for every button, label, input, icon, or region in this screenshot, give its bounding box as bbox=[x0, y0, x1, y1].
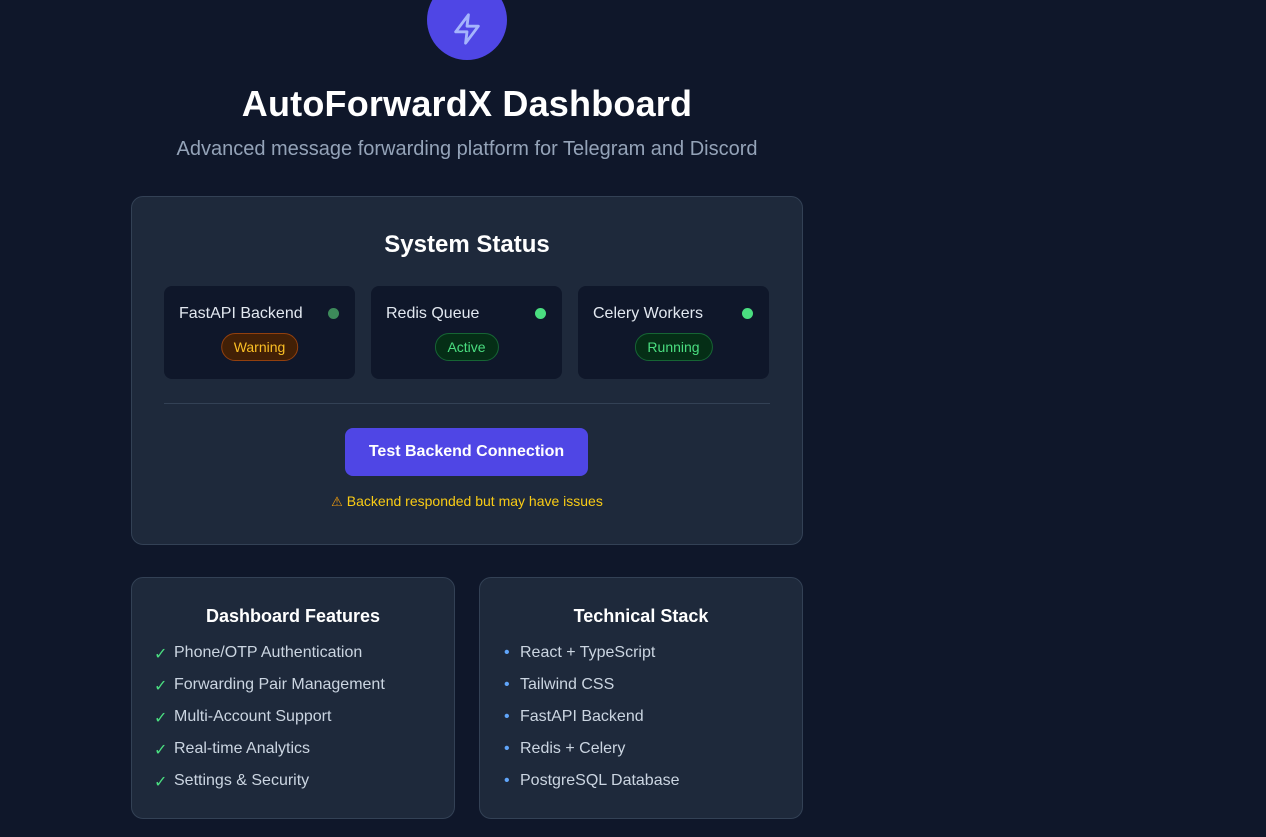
stack-label: FastAPI Backend bbox=[520, 708, 644, 725]
list-item: ✓ Forwarding Pair Management bbox=[154, 676, 385, 708]
bullet-icon: • bbox=[504, 772, 510, 789]
check-icon: ✓ bbox=[154, 678, 168, 695]
feature-label: Forwarding Pair Management bbox=[174, 676, 385, 693]
status-badge: Active bbox=[434, 333, 499, 361]
list-item: • Redis + Celery bbox=[502, 740, 680, 772]
check-icon: ✓ bbox=[154, 774, 168, 791]
test-backend-connection-button[interactable]: Test Backend Connection bbox=[345, 428, 588, 476]
status-dot-icon bbox=[535, 308, 546, 319]
list-item: ✓ Settings & Security bbox=[154, 772, 385, 804]
system-status-card: System Status FastAPI Backend Warning Re… bbox=[131, 196, 803, 545]
service-name: Redis Queue bbox=[386, 305, 480, 322]
service-card-fastapi: FastAPI Backend Warning bbox=[164, 286, 355, 379]
bullet-icon: • bbox=[504, 676, 510, 693]
service-name: FastAPI Backend bbox=[179, 305, 303, 322]
check-icon: ✓ bbox=[154, 646, 168, 663]
feature-label: Real-time Analytics bbox=[174, 740, 311, 757]
list-item: • Tailwind CSS bbox=[502, 676, 680, 708]
list-item: ✓ Real-time Analytics bbox=[154, 740, 385, 772]
tech-stack-panel: Technical Stack • React + TypeScript • Tai… bbox=[479, 577, 803, 819]
features-panel: Dashboard Features ✓ Phone/OTP Authentica… bbox=[131, 577, 455, 819]
feature-label: Settings & Security bbox=[174, 772, 310, 789]
page-title: AutoForwardX Dashboard bbox=[241, 83, 693, 124]
list-item: ✓ Phone/OTP Authentication bbox=[154, 644, 385, 676]
list-item: • FastAPI Backend bbox=[502, 708, 680, 740]
bullet-icon: • bbox=[504, 644, 510, 661]
warning-icon: ⚠ bbox=[331, 494, 343, 509]
service-card-celery: Celery Workers Running bbox=[578, 286, 769, 379]
bullet-icon: • bbox=[504, 740, 510, 757]
tech-stack-list: • React + TypeScript • Tailwind CSS • FastA… bbox=[502, 644, 680, 804]
check-icon: ✓ bbox=[154, 710, 168, 727]
list-item: • PostgreSQL Database bbox=[502, 772, 680, 804]
divider bbox=[164, 403, 770, 404]
features-title: Dashboard Features bbox=[205, 606, 381, 626]
stack-label: Tailwind CSS bbox=[520, 676, 615, 693]
page-subtitle: Advanced message forwarding platform for… bbox=[176, 138, 758, 160]
warning-text: Backend responded but may have issues bbox=[346, 493, 603, 509]
status-badge: Warning bbox=[220, 333, 299, 361]
tech-stack-title: Technical Stack bbox=[573, 606, 709, 626]
status-dot-icon bbox=[328, 308, 339, 319]
status-dot-icon bbox=[742, 308, 753, 319]
feature-label: Phone/OTP Authentication bbox=[174, 644, 363, 661]
check-icon: ✓ bbox=[154, 742, 168, 759]
bullet-icon: • bbox=[504, 708, 510, 725]
lightning-bolt-icon bbox=[454, 13, 480, 45]
page: AutoForwardX Dashboard Advanced message … bbox=[0, 0, 1266, 837]
connection-warning-message: ⚠ Backend responded but may have issues bbox=[132, 493, 802, 510]
stack-label: Redis + Celery bbox=[520, 740, 626, 757]
service-card-redis: Redis Queue Active bbox=[371, 286, 562, 379]
list-item: ✓ Multi-Account Support bbox=[154, 708, 385, 740]
logo bbox=[427, 0, 507, 60]
features-list: ✓ Phone/OTP Authentication ✓ Forwarding Pa… bbox=[154, 644, 385, 804]
stack-label: PostgreSQL Database bbox=[520, 772, 680, 789]
list-item: • React + TypeScript bbox=[502, 644, 680, 676]
status-badge: Running bbox=[634, 333, 713, 361]
stack-label: React + TypeScript bbox=[520, 644, 656, 661]
service-name: Celery Workers bbox=[593, 305, 703, 322]
feature-label: Multi-Account Support bbox=[174, 708, 332, 725]
system-status-title: System Status bbox=[384, 231, 550, 258]
